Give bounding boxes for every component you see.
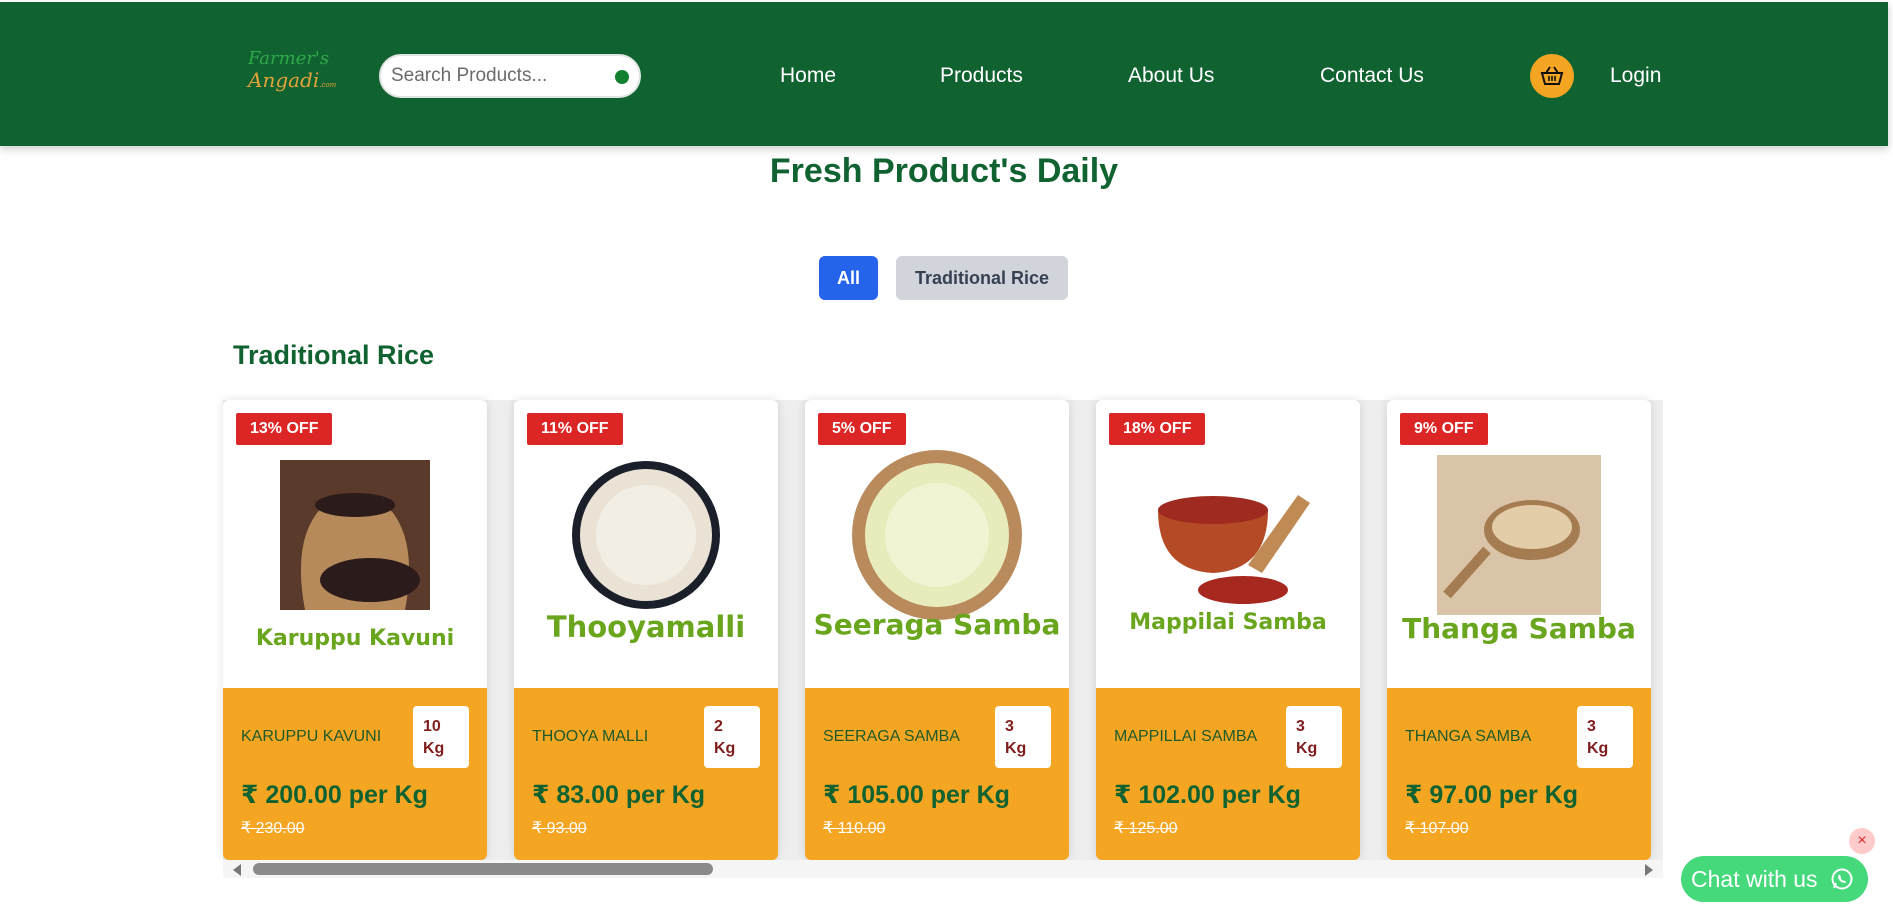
logo-line1: Farmer's [248,48,330,69]
nav-contact-us[interactable]: Contact Us [1320,64,1424,88]
product-card[interactable]: 9% OFF Thanga Samba THANGA SAMBA 3 Kg ₹ 9… [1387,400,1651,860]
product-price: ₹ 97.00 per Kg [1405,781,1579,809]
product-card[interactable]: 13% OFF Karuppu Kavuni KARUPPU KAVUNI 10… [223,400,487,860]
product-old-price: ₹ 125.00 [1114,820,1178,837]
rice-spoon-image [1437,455,1601,615]
product-image [514,440,778,630]
product-card[interactable]: 5% OFF Seeraga Samba SEERAGA SAMBA 3 Kg ₹… [805,400,1069,860]
site-logo[interactable]: Farmer's Angadi.com [248,48,337,98]
rice-bowl-image [572,461,720,609]
chat-with-us-button[interactable]: Chat with us [1681,856,1868,902]
product-card[interactable]: 11% OFF Thooyamalli THOOYA MALLI 2 Kg ₹ 8… [514,400,778,860]
weight-box: 10 Kg [413,706,469,768]
nav-products[interactable]: Products [940,64,1023,88]
product-name: THOOYA MALLI [532,728,649,745]
product-info: THOOYA MALLI 2 Kg ₹ 83.00 per Kg ₹ 93.00 [514,688,778,860]
filter-all-button[interactable]: All [819,256,878,300]
logo-line2: Angadi.com [248,68,337,92]
scroll-left-icon[interactable] [233,864,241,876]
section-title: Traditional Rice [233,340,435,370]
page-title: Fresh Product's Daily [769,152,1119,190]
nav-home[interactable]: Home [780,64,836,88]
rice-sack-image [280,460,430,610]
login-link[interactable]: Login [1610,64,1661,88]
chat-label: Chat with us [1691,865,1818,892]
product-info: KARUPPU KAVUNI 10 Kg ₹ 200.00 per Kg ₹ 23… [223,688,487,860]
product-old-price: ₹ 107.00 [1405,820,1469,837]
product-art-label: Thanga Samba [1402,612,1636,645]
search-box [379,54,641,98]
carousel-scrollbar[interactable] [223,860,1663,878]
product-art-label: Karuppu Kavuni [255,626,455,651]
red-rice-bowl-image [1158,495,1310,604]
basket-icon [1540,66,1564,85]
product-price: ₹ 105.00 per Kg [823,781,1010,809]
product-name: SEERAGA SAMBA [823,728,960,745]
product-image [1096,440,1360,630]
weight-box: 3 Kg [995,706,1051,768]
product-info: SEERAGA SAMBA 3 Kg ₹ 105.00 per Kg ₹ 110.… [805,688,1069,860]
product-art-label: Thooyamalli [546,610,746,644]
product-info: MAPPILLAI SAMBA 3 Kg ₹ 102.00 per Kg ₹ 12… [1096,688,1360,860]
product-image [1387,440,1651,630]
chat-close-button[interactable]: × [1849,828,1875,854]
filter-traditional-rice-button[interactable]: Traditional Rice [896,256,1068,300]
product-price: ₹ 200.00 per Kg [241,781,428,809]
product-name: MAPPILLAI SAMBA [1114,728,1258,745]
product-info: THANGA SAMBA 3 Kg ₹ 97.00 per Kg ₹ 107.00 [1387,688,1651,860]
product-old-price: ₹ 230.00 [241,820,305,837]
product-art-label: Seeraga Samba [813,608,1061,641]
product-art-label: Mappilai Samba [1129,610,1327,635]
product-carousel[interactable]: 13% OFF Karuppu Kavuni KARUPPU KAVUNI 10… [223,400,1663,860]
product-price: ₹ 102.00 per Kg [1114,781,1301,809]
whatsapp-icon [1831,868,1853,890]
product-name: KARUPPU KAVUNI [241,728,382,745]
weight-box: 3 Kg [1577,706,1633,768]
product-old-price: ₹ 93.00 [532,820,587,837]
product-image [805,440,1069,630]
scrollbar-thumb[interactable] [253,863,713,875]
search-input[interactable] [391,64,601,88]
scroll-right-icon[interactable] [1645,864,1653,876]
product-image [223,440,487,630]
product-name: THANGA SAMBA [1405,728,1532,745]
search-icon[interactable] [615,70,629,84]
site-header: Farmer's Angadi.com Home Products About … [0,2,1888,146]
rice-bowl-image [852,450,1022,620]
product-old-price: ₹ 110.00 [823,820,886,837]
weight-box: 3 Kg [1286,706,1342,768]
product-card[interactable]: 18% OFF Mappilai Samba MAPPILLAI SAMBA 3… [1096,400,1360,860]
weight-box: 2 Kg [704,706,760,768]
logo-suffix: .com [319,81,337,89]
nav-about-us[interactable]: About Us [1128,64,1214,88]
product-price: ₹ 83.00 per Kg [532,781,706,809]
cart-button[interactable] [1530,54,1574,98]
